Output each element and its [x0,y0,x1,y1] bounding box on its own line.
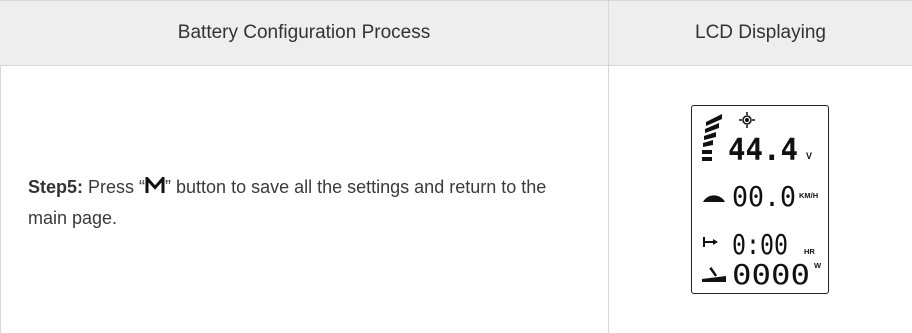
table-header-row: Battery Configuration Process LCD Displa… [0,0,912,66]
lcd-voltage: 44.4 [728,133,798,168]
lcd-trip-time: 0:00 [732,228,788,261]
speedometer-icon [703,195,725,202]
crosshair-icon [739,112,755,128]
step-text-before: Press “ [83,177,146,197]
lcd-voltage-unit: V [806,151,812,161]
trip-arrow-icon [703,237,718,247]
lcd-odometer: 0000 [732,258,810,291]
lcd-speed: 00.0 [732,180,796,213]
lcd-time-unit: HR [804,247,815,256]
lcd-display: 44.4 V 00.0 KM/H 0:00 HR 0000 W [691,105,829,294]
lcd-speed-unit: KM/H [799,191,818,200]
lcd-power-unit: W [814,261,822,270]
column-divider [608,0,609,333]
lcd-screen: 44.4 V 00.0 KM/H 0:00 HR 0000 W [702,112,822,291]
header-lcd: LCD Displaying [695,22,826,43]
throttle-icon [702,267,726,282]
battery-gauge-icon [702,114,722,161]
header-process: Battery Configuration Process [177,22,431,43]
step-label: Step5: [28,177,84,197]
config-table: Battery Configuration Process LCD Displa… [0,0,912,333]
step-description: Step5: Press “” button to save all the s… [28,172,588,234]
m-button-icon [145,177,165,193]
